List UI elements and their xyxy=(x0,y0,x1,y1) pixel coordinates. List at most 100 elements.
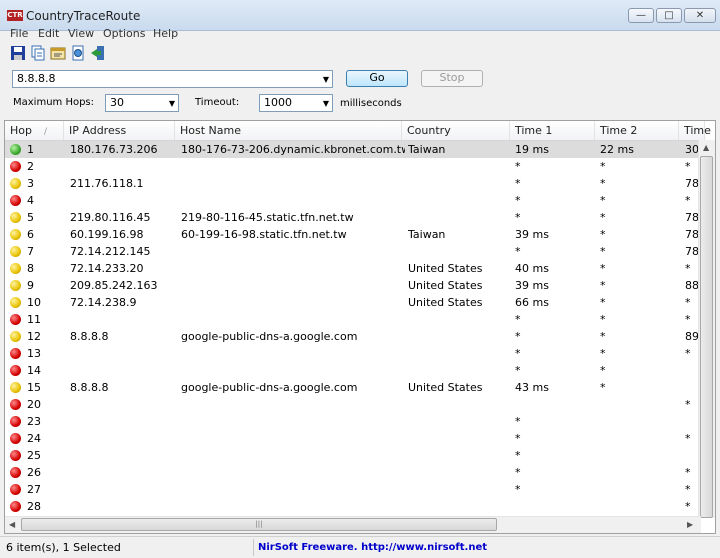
exit-icon xyxy=(91,46,104,60)
horizontal-scroll-thumb[interactable]: ||| xyxy=(21,518,497,531)
table-row[interactable]: 7 72.14.212.145 * * 78 xyxy=(5,243,701,260)
cell-country xyxy=(408,158,512,175)
cell-country xyxy=(408,447,512,464)
hop-status-red-icon xyxy=(10,365,21,376)
table-row[interactable]: 28 * xyxy=(5,498,701,515)
column-time-3[interactable]: Time 3 xyxy=(679,121,715,140)
table-row[interactable]: 27 * * xyxy=(5,481,701,498)
scroll-left-icon[interactable]: ◀ xyxy=(9,520,15,529)
table-row[interactable]: 3 211.76.118.1 * * 78 xyxy=(5,175,701,192)
table-row[interactable]: 14 * * xyxy=(5,362,701,379)
cell-time-1: * xyxy=(515,211,521,224)
timeout-unit: milliseconds xyxy=(340,98,402,109)
table-row[interactable]: 9 209.85.242.163 United States 39 ms * 88 xyxy=(5,277,701,294)
cell-country xyxy=(408,192,512,209)
nirsoft-link[interactable]: NirSoft Freeware. http://www.nirsoft.net xyxy=(258,539,487,556)
menu-file[interactable]: File xyxy=(10,27,28,40)
properties-button[interactable] xyxy=(50,45,67,62)
minimize-button[interactable]: — xyxy=(628,8,654,23)
cell-hop: 7 xyxy=(27,245,34,258)
application-window: CTR CountryTraceRoute — □ ✕ File Edit Vi… xyxy=(0,0,720,558)
cell-ip-address: 209.85.242.163 xyxy=(70,279,158,292)
chevron-down-icon[interactable]: ▼ xyxy=(169,96,175,112)
cell-host-name xyxy=(181,175,405,192)
hop-status-yellow-icon xyxy=(10,263,21,274)
cell-hop: 2 xyxy=(27,160,34,173)
cell-host-name xyxy=(181,362,405,379)
table-row[interactable]: 1 180.176.73.206 180-176-73-206.dynamic.kb… xyxy=(5,141,701,158)
table-row[interactable]: 2 * * * xyxy=(5,158,701,175)
cell-time-2: * xyxy=(600,381,606,394)
cell-country xyxy=(408,396,512,413)
menu-edit[interactable]: Edit xyxy=(38,27,59,40)
table-row[interactable]: 8 72.14.233.20 United States 40 ms * * xyxy=(5,260,701,277)
vertical-scrollbar[interactable]: ▲ xyxy=(698,140,715,518)
minimize-icon: — xyxy=(636,10,646,21)
cell-time-1: * xyxy=(515,415,521,428)
save-button[interactable] xyxy=(10,45,27,62)
cell-country xyxy=(408,413,512,430)
column-time-2[interactable]: Time 2 xyxy=(595,121,679,140)
table-row[interactable]: 10 72.14.238.9 United States 66 ms * * xyxy=(5,294,701,311)
column-host-name[interactable]: Host Name xyxy=(175,121,402,140)
table-row[interactable]: 5 219.80.116.45 219-80-116-45.static.tfn.n… xyxy=(5,209,701,226)
table-row[interactable]: 11 * * * xyxy=(5,311,701,328)
table-row[interactable]: 20 * xyxy=(5,396,701,413)
copy-button[interactable] xyxy=(30,45,47,62)
cell-time-2: * xyxy=(600,296,606,309)
address-combobox[interactable]: 8.8.8.8 ▼ xyxy=(12,70,333,88)
cell-host-name: google-public-dns-a.google.com xyxy=(181,330,358,343)
menu-options[interactable]: Options xyxy=(103,27,145,40)
scroll-up-icon[interactable]: ▲ xyxy=(703,143,709,152)
trace-list[interactable]: Hop / IP Address Host Name Country Time 1… xyxy=(4,120,716,534)
timeout-value: 1000 xyxy=(264,96,292,109)
table-row[interactable]: 24 * * xyxy=(5,430,701,447)
table-row[interactable]: 15 8.8.8.8 google-public-dns-a.google.com U… xyxy=(5,379,701,396)
scroll-right-icon[interactable]: ▶ xyxy=(687,520,693,529)
timeout-combobox[interactable]: 1000 ▼ xyxy=(259,94,333,112)
stop-button[interactable]: Stop xyxy=(421,70,483,87)
html-report-button[interactable] xyxy=(70,45,87,62)
cell-hop: 11 xyxy=(27,313,41,326)
column-header: Hop / IP Address Host Name Country Time 1… xyxy=(5,121,715,141)
table-row[interactable]: 23 * xyxy=(5,413,701,430)
cell-hop: 27 xyxy=(27,483,41,496)
cell-ip-address: 72.14.212.145 xyxy=(70,245,151,258)
max-hops-combobox[interactable]: 30 ▼ xyxy=(105,94,179,112)
table-row[interactable]: 12 8.8.8.8 google-public-dns-a.google.com *… xyxy=(5,328,701,345)
maximize-button[interactable]: □ xyxy=(656,8,682,23)
menu-view[interactable]: View xyxy=(68,27,94,40)
cell-hop: 25 xyxy=(27,449,41,462)
vertical-scroll-thumb[interactable] xyxy=(700,156,713,518)
column-ip-address[interactable]: IP Address xyxy=(64,121,175,140)
hop-status-yellow-icon xyxy=(10,297,21,308)
exit-button[interactable] xyxy=(90,45,107,62)
cell-ip-address: 180.176.73.206 xyxy=(70,143,158,156)
cell-ip-address: 72.14.233.20 xyxy=(70,262,144,275)
cell-hop: 14 xyxy=(27,364,41,377)
close-button[interactable]: ✕ xyxy=(684,8,716,23)
chevron-down-icon[interactable]: ▼ xyxy=(323,72,329,88)
column-hop[interactable]: Hop / xyxy=(5,121,64,140)
cell-host-name: google-public-dns-a.google.com xyxy=(181,381,358,394)
menu-help[interactable]: Help xyxy=(153,27,178,40)
cell-ip-address xyxy=(70,498,178,515)
column-country[interactable]: Country xyxy=(402,121,510,140)
cell-time-1: * xyxy=(515,364,521,377)
chevron-down-icon[interactable]: ▼ xyxy=(323,96,329,112)
go-button[interactable]: Go xyxy=(346,70,408,87)
hop-status-green-icon xyxy=(10,144,21,155)
table-row[interactable]: 4 * * * xyxy=(5,192,701,209)
column-time-1[interactable]: Time 1 xyxy=(510,121,595,140)
hop-status-yellow-icon xyxy=(10,331,21,342)
table-row[interactable]: 26 * * xyxy=(5,464,701,481)
table-row[interactable]: 6 60.199.16.98 60-199-16-98.static.tfn.net… xyxy=(5,226,701,243)
cell-time-2 xyxy=(600,447,680,464)
cell-time-1: * xyxy=(515,347,521,360)
cell-country: Taiwan xyxy=(408,143,446,156)
table-row[interactable]: 13 * * * xyxy=(5,345,701,362)
horizontal-scrollbar[interactable]: ◀ ||| ▶ xyxy=(5,516,701,533)
table-row[interactable]: 25 * xyxy=(5,447,701,464)
cell-country xyxy=(408,311,512,328)
app-icon: CTR xyxy=(7,10,23,21)
